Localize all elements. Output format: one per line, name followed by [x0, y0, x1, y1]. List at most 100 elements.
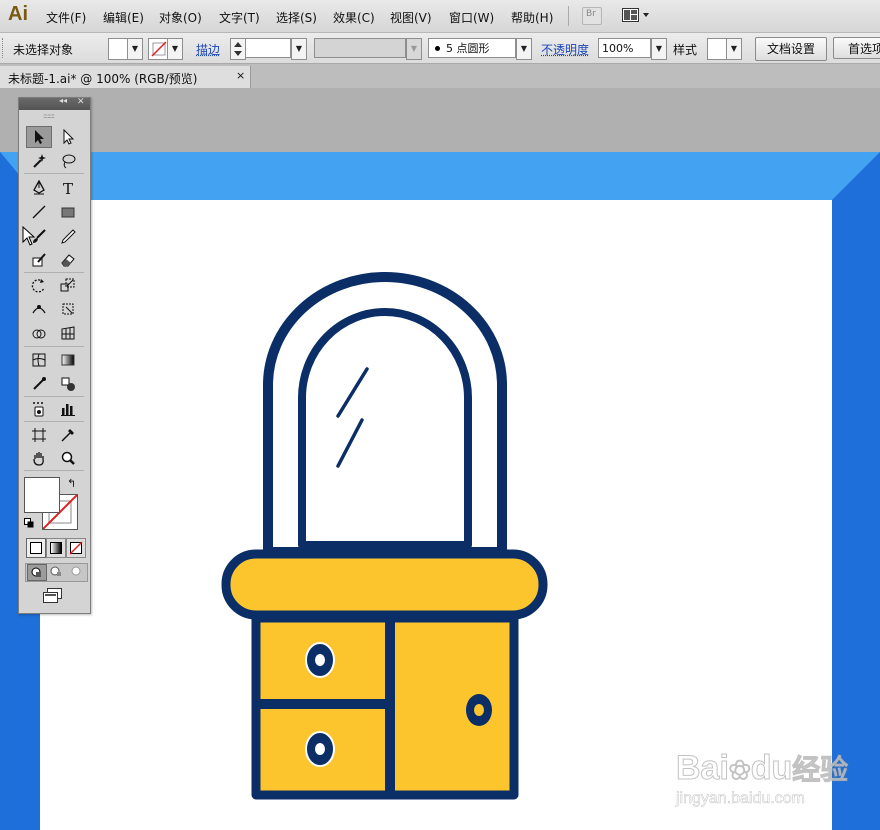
scale-tool-button[interactable]: [55, 274, 81, 296]
blob-brush-tool-button[interactable]: [26, 249, 52, 271]
menu-7[interactable]: 视图(V): [390, 9, 432, 26]
menu-6[interactable]: 效果(C): [333, 9, 375, 26]
none-stroke-icon: [151, 41, 167, 57]
graphic-style-dropdown[interactable]: ▼: [726, 38, 742, 60]
screen-mode-button[interactable]: [42, 588, 64, 607]
eraser-tool-button[interactable]: [55, 249, 81, 271]
stepper-arrows-icon: [234, 42, 242, 56]
type-tool-icon: T: [63, 180, 73, 196]
document-setup-button[interactable]: 文档设置: [755, 37, 827, 61]
draw-behind-button[interactable]: [47, 564, 65, 579]
workspace-switcher-button[interactable]: [622, 8, 650, 27]
menu-separator: [568, 6, 569, 26]
lasso-tool-button[interactable]: [55, 150, 81, 172]
default-fill-stroke-icon[interactable]: [24, 517, 34, 531]
bridge-button[interactable]: Br: [582, 7, 602, 25]
selection-tool-button[interactable]: [26, 126, 52, 148]
collapse-icon[interactable]: ◂◂: [59, 96, 67, 105]
control-grip[interactable]: [2, 38, 6, 58]
menu-8[interactable]: 窗口(W): [449, 9, 494, 26]
blend-tool-button[interactable]: [55, 373, 81, 395]
menu-9[interactable]: 帮助(H): [511, 9, 553, 26]
tools-separator: [24, 173, 84, 174]
opacity-label[interactable]: 不透明度: [541, 41, 589, 58]
solid-color-icon: [30, 542, 42, 554]
zoom-tool-button[interactable]: [55, 447, 81, 469]
rotate-tool-button[interactable]: [26, 274, 52, 296]
tools-separator: [24, 396, 84, 397]
menu-3[interactable]: 对象(O): [159, 9, 202, 26]
swap-fill-stroke-icon[interactable]: ↰: [67, 477, 76, 490]
fill-dropdown[interactable]: ▼: [127, 38, 143, 60]
opacity-value: 100%: [602, 42, 634, 55]
column-graph-tool-icon: [61, 404, 75, 416]
width-tool-icon: [32, 305, 46, 314]
style-label: 样式: [673, 43, 698, 57]
symbol-sprayer-tool-button[interactable]: [26, 398, 52, 420]
artboard[interactable]: [0, 150, 880, 830]
close-icon[interactable]: ✕: [77, 97, 85, 107]
none-mode-button[interactable]: [66, 538, 86, 558]
slice-tool-icon: [61, 429, 74, 442]
brush-value: 5 点圆形: [446, 42, 490, 55]
draw-inside-icon: [71, 566, 81, 576]
mirror-glass: [298, 308, 472, 549]
stroke-weight-dropdown[interactable]: ▼: [291, 38, 307, 60]
variable-width-profile[interactable]: [314, 38, 406, 58]
rectangle-tool-icon: [61, 207, 75, 218]
type-tool-button[interactable]: T: [55, 177, 81, 199]
menu-5[interactable]: 选择(S): [276, 9, 317, 26]
direct-selection-tool-icon: [63, 129, 75, 145]
direct-selection-tool-button[interactable]: [55, 126, 81, 148]
opacity-field[interactable]: 100%: [598, 38, 651, 58]
draw-inside-button[interactable]: [67, 564, 85, 579]
mesh-tool-button[interactable]: [26, 349, 52, 371]
gradient-mode-button[interactable]: [46, 538, 66, 558]
lasso-tool-icon: [62, 154, 76, 169]
blend-tool-icon: [61, 377, 75, 391]
slice-tool-button[interactable]: [55, 424, 81, 446]
color-mode-button[interactable]: [26, 538, 46, 558]
fill-color-front[interactable]: [24, 477, 60, 513]
stroke-label[interactable]: 描边: [196, 41, 220, 58]
rectangle-tool-button[interactable]: [55, 201, 81, 223]
variable-width-dropdown[interactable]: ▼: [406, 38, 422, 60]
hand-tool-button[interactable]: [26, 447, 52, 469]
artboard-tool-button[interactable]: [26, 424, 52, 446]
menu-2[interactable]: 编辑(E): [103, 9, 144, 26]
column-graph-tool-button[interactable]: [55, 398, 81, 420]
bridge-icon: Br: [586, 9, 596, 19]
blob-brush-tool-icon: [32, 253, 46, 267]
brush-dropdown[interactable]: ▼: [516, 38, 532, 60]
line-tool-button[interactable]: [26, 201, 52, 223]
magic-wand-tool-button[interactable]: [26, 150, 52, 172]
width-tool-button[interactable]: [26, 298, 52, 320]
free-transform-tool-button[interactable]: [55, 298, 81, 320]
svg-text:T: T: [63, 180, 73, 196]
watermark-url: jingyan.baidu.com: [676, 790, 805, 808]
pen-tool-button[interactable]: [26, 177, 52, 199]
menu-4[interactable]: 文字(T): [219, 9, 260, 26]
eraser-tool-icon: [61, 254, 75, 267]
pencil-tool-icon: [61, 229, 76, 244]
eyedropper-tool-icon: [33, 377, 46, 390]
stroke-weight-field[interactable]: [245, 38, 291, 58]
tools-panel-header[interactable]: ◂◂ ✕: [19, 96, 90, 110]
shape-builder-tool-button[interactable]: [26, 322, 52, 344]
brush-definition-field[interactable]: 5 点圆形: [428, 38, 516, 58]
pencil-tool-button[interactable]: [55, 225, 81, 247]
stroke-weight-stepper[interactable]: [230, 38, 246, 60]
eyedropper-tool-button[interactable]: [26, 373, 52, 395]
draw-normal-button[interactable]: [27, 564, 47, 581]
tools-separator: [24, 346, 84, 347]
document-tab-close-button[interactable]: ×: [236, 69, 245, 82]
stroke-dropdown[interactable]: ▼: [167, 38, 183, 60]
perspective-grid-tool-button[interactable]: [55, 322, 81, 344]
selection-tool-icon: [35, 130, 44, 144]
preferences-button[interactable]: 首选项: [833, 37, 880, 59]
gradient-tool-button[interactable]: [55, 349, 81, 371]
menu-1[interactable]: 文件(F): [46, 9, 86, 26]
panel-grip[interactable]: ::::::::: [43, 112, 55, 120]
opacity-dropdown[interactable]: ▼: [651, 38, 667, 60]
screen-mode-icon: [43, 588, 62, 603]
